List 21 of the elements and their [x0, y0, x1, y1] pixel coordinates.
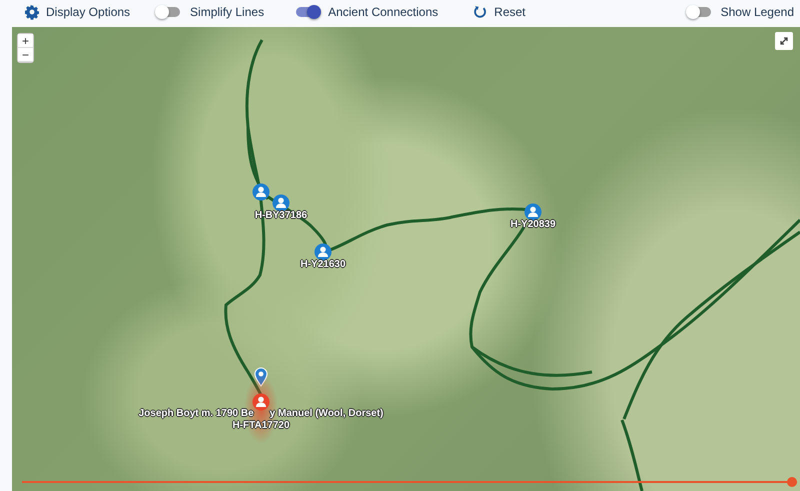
fullscreen-button[interactable] [775, 32, 793, 50]
person-marker-icon [524, 203, 542, 221]
refresh-icon [472, 4, 488, 20]
toggle-switch[interactable]: Ancient Connections [296, 5, 444, 19]
expand-icon [778, 35, 790, 47]
marker-label: H-Y20839 [510, 219, 556, 230]
toggle-switch[interactable]: Simplify Lines [158, 5, 270, 19]
marker-label: y Manuel (Wool, Dorset) [270, 408, 384, 419]
marker-label: Joseph Boyt m. 1790 Be [138, 408, 254, 419]
marker-label: H-FTA17720 [232, 420, 290, 431]
toggle-switch[interactable]: Show Legend [688, 5, 800, 19]
person-marker-icon [314, 243, 332, 261]
marker-label: H-Y21630 [300, 259, 346, 270]
person-marker-icon [252, 393, 270, 411]
zoom-in-button[interactable]: + [18, 34, 33, 48]
gear-icon [24, 4, 40, 20]
person-marker-icon [252, 183, 270, 201]
display-options-button[interactable]: Display Options [22, 2, 132, 22]
reset-button[interactable]: Reset [470, 2, 528, 22]
person-marker-icon [272, 194, 290, 212]
map-pin-icon [254, 367, 268, 387]
